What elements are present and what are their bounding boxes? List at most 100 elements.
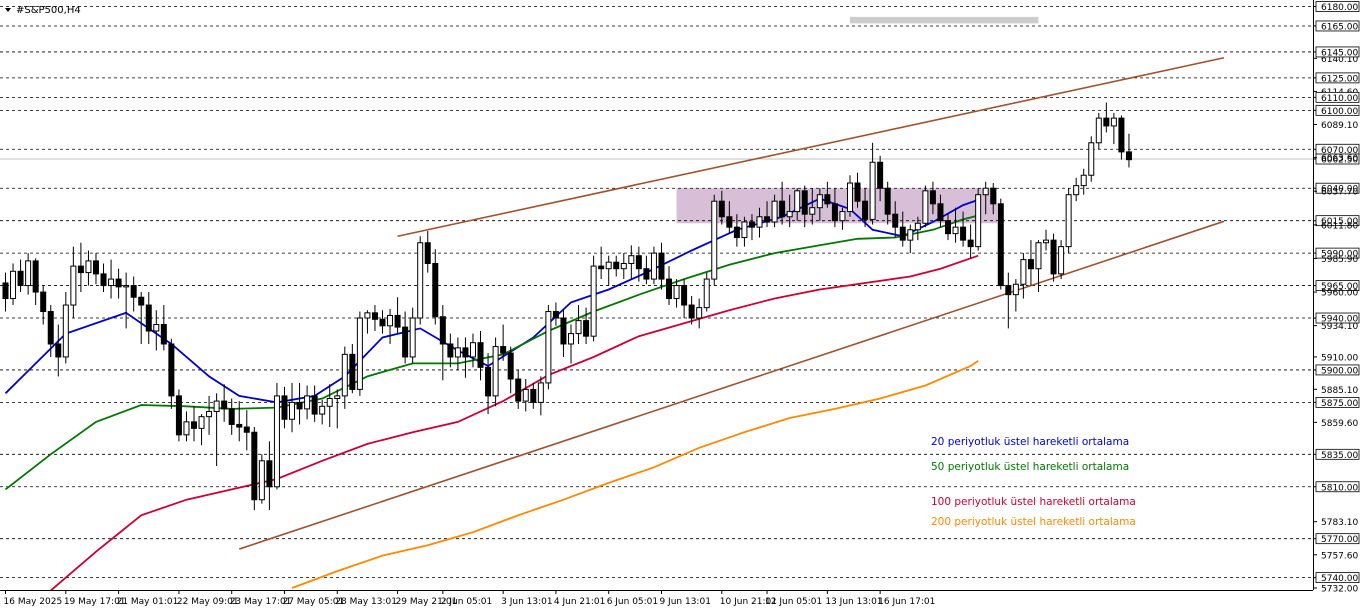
y-tick-label: 6089.10 xyxy=(1321,121,1358,131)
candle-body xyxy=(1058,246,1065,275)
candle-141 xyxy=(1065,188,1072,254)
candle-body xyxy=(605,261,612,270)
candle-body xyxy=(296,401,303,410)
candle-body xyxy=(522,388,529,402)
candle-body xyxy=(613,261,620,270)
candle-body xyxy=(914,222,921,231)
x-tick-label: 12 Jun 05:01 xyxy=(765,597,822,607)
x-tick-label: 6 Jun 05:01 xyxy=(607,597,658,607)
candle-body xyxy=(666,278,673,300)
x-tick-label: 21 May 01:01 xyxy=(117,597,179,607)
candle-body xyxy=(703,278,710,309)
candle-body xyxy=(967,239,974,248)
candle-body xyxy=(341,353,348,397)
candle-body xyxy=(25,260,32,287)
candle-body xyxy=(145,304,152,332)
candle-body xyxy=(492,346,499,397)
candle-body xyxy=(1118,117,1125,153)
candle-body xyxy=(1065,194,1072,248)
candle-body xyxy=(598,265,605,270)
y-tick-label: 6063.60 xyxy=(1321,154,1358,164)
y-tick-label: 6125.00 xyxy=(1321,74,1358,84)
candle-body xyxy=(794,190,801,213)
candle-body xyxy=(726,216,733,228)
candle-body xyxy=(786,211,793,218)
x-tick-label: 16 Jun 17:01 xyxy=(878,597,935,607)
ema-legend-label-2: 100 periyotluk üstel hareketli ortalama xyxy=(931,496,1136,508)
candle-body xyxy=(100,273,107,287)
candle-body xyxy=(945,220,951,235)
candle-body xyxy=(718,200,725,218)
y-tick-label: 5810.00 xyxy=(1321,483,1358,493)
candle-body xyxy=(206,410,213,418)
candle-body xyxy=(160,324,167,345)
candle-144 xyxy=(1088,136,1095,182)
candle-body xyxy=(960,226,967,241)
candle-body xyxy=(55,343,62,358)
candle-body xyxy=(40,291,47,313)
candle-body xyxy=(877,161,884,189)
candle-body xyxy=(47,311,54,345)
candle-body xyxy=(733,226,740,239)
candle-body xyxy=(477,342,484,368)
candle-body xyxy=(251,431,258,501)
x-tick-label: 3 Jun 13:01 xyxy=(501,597,552,607)
y-tick-label: 6110.00 xyxy=(1321,94,1358,104)
candle-body xyxy=(756,216,763,228)
candle-body xyxy=(228,408,235,425)
candle-body xyxy=(424,242,431,265)
y-tick-label: 5835.00 xyxy=(1321,451,1358,461)
candle-body xyxy=(485,366,492,397)
candle-94 xyxy=(711,194,718,286)
candle-body xyxy=(266,460,273,488)
candle-body xyxy=(650,252,657,280)
candle-129 xyxy=(975,188,982,251)
candle-body xyxy=(620,263,627,270)
candle-122 xyxy=(922,185,929,228)
candle-body xyxy=(236,423,243,428)
candle-body xyxy=(1012,283,1019,296)
candle-body xyxy=(568,333,574,345)
candle-body xyxy=(168,343,175,397)
candle-body xyxy=(417,242,424,319)
candle-body xyxy=(952,226,959,235)
y-tick-label: 5985.90 xyxy=(1321,255,1358,265)
ema-legend-label-3: 200 periyotluk üstel hareketli ortalama xyxy=(931,516,1136,528)
y-tick-label: 5875.00 xyxy=(1321,399,1358,409)
candle-34 xyxy=(258,454,265,504)
candle-body xyxy=(899,226,906,241)
candle-body xyxy=(688,304,695,319)
y-tick-label: 5732.00 xyxy=(1321,585,1358,595)
price-chart[interactable]: 6180.006165.006140.106145.006125.006114.… xyxy=(0,0,1362,611)
candle-body xyxy=(658,252,665,280)
ema-legend-label-1: 50 periyotluk üstel hareketli ortalama xyxy=(931,461,1129,473)
candle-body xyxy=(990,187,997,205)
candle-body xyxy=(130,285,137,298)
candle-body xyxy=(175,395,182,436)
x-tick-label: 16 May 2025 xyxy=(4,597,63,607)
candle-body xyxy=(138,296,145,306)
candle-body xyxy=(326,397,333,407)
candle-body xyxy=(560,317,567,345)
x-tick-label: 9 Jun 13:01 xyxy=(659,597,710,607)
chart-window: 6180.006165.006140.106145.006125.006114.… xyxy=(0,0,1362,611)
candle-body xyxy=(1110,117,1117,127)
candle-body xyxy=(1103,117,1110,127)
candle-body xyxy=(1005,285,1012,296)
candle-body xyxy=(70,265,77,306)
candle-body xyxy=(32,260,39,293)
candle-72 xyxy=(545,305,552,390)
candle-body xyxy=(92,260,99,275)
y-tick-label: 5859.60 xyxy=(1321,419,1358,429)
candle-body xyxy=(258,460,265,501)
candle-body xyxy=(281,395,288,420)
candle-47 xyxy=(356,311,363,396)
candle-body xyxy=(809,207,816,215)
candle-65 xyxy=(492,337,499,407)
candle-body xyxy=(462,347,469,358)
candle-body xyxy=(892,213,899,228)
candle-body xyxy=(681,285,688,306)
candle-body xyxy=(1043,239,1050,244)
y-tick-label: 5900.00 xyxy=(1321,366,1358,376)
candle-body xyxy=(982,187,989,196)
